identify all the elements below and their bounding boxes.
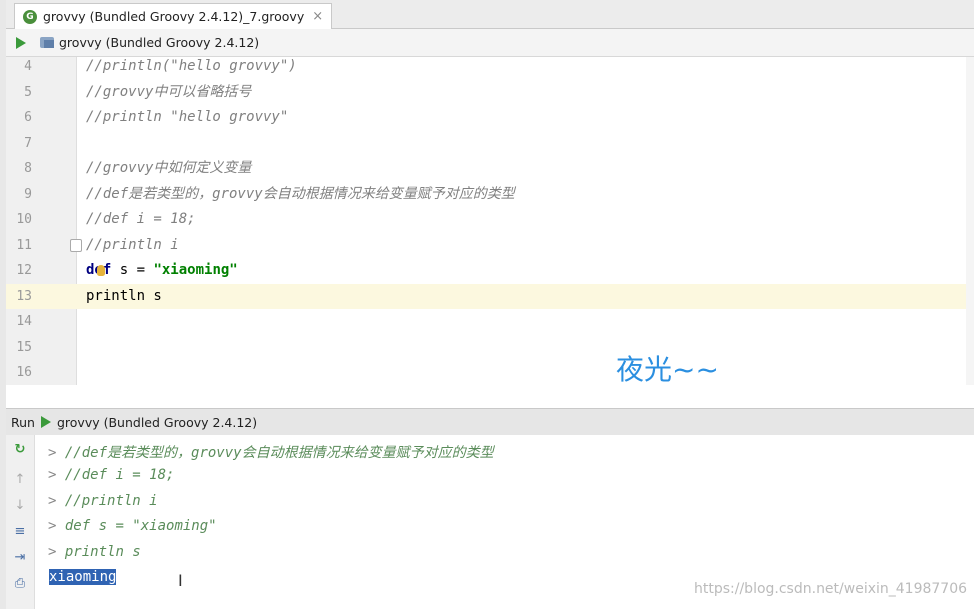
code-line[interactable]: 12 def s = "xiaoming": [6, 258, 974, 284]
text-cursor-icon: I: [178, 571, 183, 590]
line-number: 5: [24, 84, 32, 100]
code-line[interactable]: 15: [6, 335, 974, 361]
scroll-to-end-icon[interactable]: ⇥: [12, 551, 28, 565]
soft-wrap-icon[interactable]: ≡: [12, 525, 28, 539]
code-line[interactable]: 7: [6, 131, 974, 157]
code-line[interactable]: 5 //grovvy中可以省略括号: [6, 80, 974, 106]
code-text: def s = "xiaoming": [86, 258, 238, 284]
line-number: 10: [16, 212, 32, 227]
module-label[interactable]: grovvy (Bundled Groovy 2.4.12): [59, 35, 259, 50]
down-arrow-icon[interactable]: ↓: [12, 499, 28, 513]
console-text: def s = "xiaoming": [64, 518, 217, 534]
code-text: //println i: [86, 236, 179, 253]
groovy-file-icon: G: [23, 9, 37, 24]
editor-scrollbar[interactable]: [966, 57, 974, 385]
console-line: > println s: [48, 544, 141, 560]
line-number: 16: [16, 365, 32, 380]
console-text: println s: [64, 544, 141, 560]
console-prompt: >: [48, 467, 57, 483]
code-line[interactable]: 11 //println i: [6, 233, 974, 259]
code-editor[interactable]: 4 //println("hello grovvy") 5 //grovvy中可…: [6, 57, 974, 385]
code-line[interactable]: 4 //println("hello grovvy"): [6, 54, 974, 80]
run-label[interactable]: Run: [11, 415, 35, 430]
code-plain: s =: [111, 262, 154, 278]
close-icon[interactable]: ×: [312, 9, 323, 24]
string-literal: "xiaoming": [153, 262, 238, 278]
fold-marker-icon[interactable]: [70, 238, 82, 252]
code-text: //def是若类型的，grovvy会自动根据情况来给变量赋予对应的类型: [86, 185, 515, 202]
editor-tab-bar: G grovvy (Bundled Groovy 2.4.12)_7.groov…: [6, 0, 974, 29]
line-number: 14: [16, 314, 32, 329]
console-prompt: >: [48, 518, 57, 534]
code-text: //def i = 18;: [86, 211, 196, 227]
code-text: println s: [86, 287, 162, 304]
console-text: //println i: [64, 493, 158, 509]
print-icon[interactable]: ⎙: [12, 577, 28, 591]
run-play-icon[interactable]: [16, 36, 26, 49]
up-arrow-icon[interactable]: ↑: [12, 473, 28, 487]
console-prompt: >: [48, 544, 57, 560]
line-number: 4: [24, 59, 32, 74]
console-output: xiaoming: [49, 569, 117, 585]
run-config-label[interactable]: grovvy (Bundled Groovy 2.4.12): [57, 415, 257, 430]
run-panel-header: Run grovvy (Bundled Groovy 2.4.12): [6, 408, 974, 436]
code-line[interactable]: 9 //def是若类型的，grovvy会自动根据情况来给变量赋予对应的类型: [6, 182, 974, 208]
run-toolbar: grovvy (Bundled Groovy 2.4.12): [6, 29, 974, 57]
overlay-caption: 夜光~~: [616, 353, 719, 386]
run-play-icon[interactable]: [40, 416, 51, 428]
console-toolbar: ↻ ↑ ↓ ≡ ⇥ ⎙: [6, 435, 35, 609]
code-text: //println "hello grovvy": [86, 109, 289, 125]
console-line: > def s = "xiaoming": [48, 518, 217, 534]
module-icon: [40, 37, 54, 48]
csdn-watermark: https://blog.csdn.net/weixin_41987706: [694, 581, 968, 597]
code-line[interactable]: 16: [6, 360, 974, 386]
console-line: > //println i: [48, 493, 158, 509]
intention-bulb-icon[interactable]: [97, 265, 105, 276]
line-number: 12: [16, 263, 32, 278]
code-line[interactable]: 8 //grovvy中如何定义变量: [6, 156, 974, 182]
editor-bottom-area: [6, 385, 974, 408]
selected-output-text[interactable]: xiaoming: [49, 569, 117, 585]
code-text: //grovvy中可以省略括号: [86, 83, 252, 100]
code-line[interactable]: 10 //def i = 18;: [6, 207, 974, 233]
console-line: > //def i = 18;: [48, 467, 174, 483]
editor-tab[interactable]: G grovvy (Bundled Groovy 2.4.12)_7.groov…: [14, 3, 333, 29]
code-line[interactable]: 14: [6, 309, 974, 335]
line-number: 11: [16, 237, 32, 253]
code-line-current[interactable]: 13 println s: [6, 283, 974, 309]
console-line: > //def是若类型的，grovvy会自动根据情况来给变量赋予对应的类型: [48, 442, 494, 462]
line-number: 9: [24, 186, 32, 202]
code-line[interactable]: 6 //println "hello grovvy": [6, 105, 974, 131]
console-prompt: >: [48, 493, 57, 509]
line-number: 13: [16, 288, 32, 304]
console-text: //def是若类型的，grovvy会自动根据情况来给变量赋予对应的类型: [64, 445, 494, 461]
console-text: //def i = 18;: [64, 467, 175, 483]
console-prompt: >: [48, 445, 57, 461]
rerun-icon[interactable]: ↻: [12, 443, 28, 457]
tab-title: grovvy (Bundled Groovy 2.4.12)_7.groovy: [43, 9, 305, 24]
code-text: //grovvy中如何定义变量: [86, 160, 252, 176]
code-text: //println("hello grovvy"): [86, 58, 297, 74]
line-number: 8: [24, 161, 32, 176]
line-number: 6: [24, 110, 32, 125]
line-number: 15: [16, 339, 32, 355]
line-number: 7: [24, 135, 32, 151]
